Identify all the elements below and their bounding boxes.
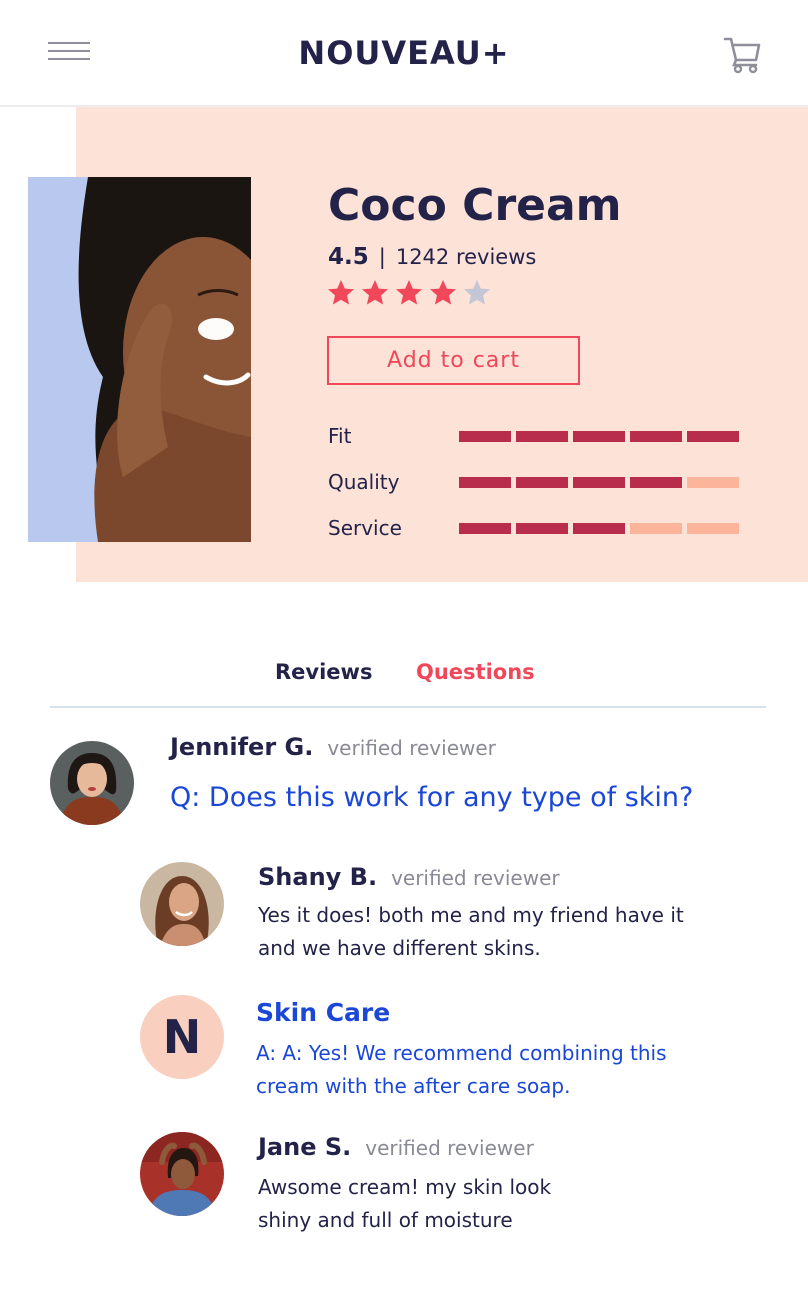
- bar-segment-filled: [459, 477, 511, 488]
- reviews-count[interactable]: 1242 reviews: [396, 245, 537, 269]
- bar-segment-filled: [687, 431, 739, 442]
- star-filled-icon: [396, 280, 422, 305]
- star-rating: [327, 279, 497, 307]
- bar-segment-filled: [516, 431, 568, 442]
- tab-questions[interactable]: Questions: [416, 660, 535, 684]
- reviewer-name-text: Jane S.: [258, 1133, 352, 1161]
- app-header: NOUVEAU+: [0, 0, 808, 107]
- metric-bar: [459, 431, 744, 442]
- bar-segment-filled: [573, 431, 625, 442]
- rating-summary: 4.5 | 1242 reviews: [328, 244, 536, 270]
- reviewer-name-text: Jennifer G.: [170, 733, 314, 761]
- avatar: [50, 741, 134, 825]
- metric-label: Fit: [328, 424, 352, 448]
- bar-segment-empty: [630, 523, 682, 534]
- avatar: [140, 1132, 224, 1216]
- bar-segment-filled: [516, 523, 568, 534]
- rating-separator: |: [378, 245, 386, 269]
- bar-segment-filled: [459, 523, 511, 534]
- star-filled-icon: [328, 280, 354, 305]
- rating-score: 4.5: [328, 244, 369, 270]
- shopping-cart-icon[interactable]: [722, 34, 762, 74]
- bar-segment-filled: [630, 431, 682, 442]
- metric-fit: Fit: [328, 424, 748, 454]
- metric-bar: [459, 523, 744, 534]
- star-filled-icon: [362, 280, 388, 305]
- reviewer-name: Shany B. verified reviewer: [258, 863, 560, 891]
- question-text[interactable]: Q: Does this work for any type of skin?: [170, 782, 693, 813]
- add-to-cart-button[interactable]: Add to cart: [327, 336, 580, 385]
- metric-service: Service: [328, 516, 748, 546]
- review-tabs: Reviews Questions: [50, 656, 766, 708]
- reviewer-name: Jennifer G. verified reviewer: [170, 733, 496, 761]
- bar-segment-filled: [573, 477, 625, 488]
- reviewer-name-text: Shany B.: [258, 863, 378, 891]
- brand-logo[interactable]: NOUVEAU+: [0, 34, 808, 72]
- bar-segment-filled: [630, 477, 682, 488]
- answer-text: Awsome cream! my skin look shiny and ful…: [258, 1171, 551, 1237]
- bar-segment-empty: [687, 477, 739, 488]
- bar-segment-filled: [516, 477, 568, 488]
- star-empty-icon: [464, 280, 490, 305]
- verified-badge: verified reviewer: [391, 866, 560, 890]
- metric-label: Service: [328, 516, 402, 540]
- answer-line: A: A: Yes! We recommend combining this: [256, 1041, 667, 1065]
- reviewer-name: Jane S. verified reviewer: [258, 1133, 534, 1161]
- product-model-image: [28, 177, 251, 542]
- bar-segment-filled: [573, 523, 625, 534]
- verified-badge: verified reviewer: [365, 1136, 534, 1160]
- answer-line: Yes it does! both me and my friend have …: [258, 903, 684, 927]
- answer-text: Yes it does! both me and my friend have …: [258, 899, 684, 965]
- star-filled-icon: [430, 280, 456, 305]
- brand-answer-text: A: A: Yes! We recommend combining this c…: [256, 1037, 667, 1103]
- verified-badge: verified reviewer: [327, 736, 496, 760]
- brand-responder-name[interactable]: Skin Care: [256, 998, 390, 1027]
- metric-bar: [459, 477, 744, 488]
- answer-line: Awsome cream! my skin look: [258, 1175, 552, 1199]
- brand-avatar: N: [140, 995, 224, 1079]
- bar-segment-empty: [687, 523, 739, 534]
- tab-reviews[interactable]: Reviews: [275, 660, 372, 684]
- answer-line: and we have different skins.: [258, 936, 541, 960]
- avatar: [140, 862, 224, 946]
- metric-label: Quality: [328, 470, 400, 494]
- metric-quality: Quality: [328, 470, 748, 500]
- answer-line: cream with the after care soap.: [256, 1074, 571, 1098]
- product-title: Coco Cream: [328, 180, 622, 231]
- bar-segment-filled: [459, 431, 511, 442]
- answer-line: shiny and full of moisture: [258, 1208, 513, 1232]
